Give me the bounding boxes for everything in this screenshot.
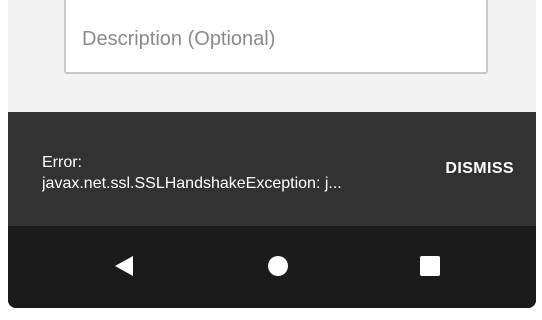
back-button[interactable] <box>104 246 144 286</box>
back-triangle-icon <box>115 256 133 276</box>
dismiss-button[interactable]: DISMISS <box>445 160 514 178</box>
snackbar-message-line2: javax.net.ssl.SSLHandshakeException: j..… <box>42 175 342 192</box>
description-field[interactable]: Description (Optional) <box>64 0 488 74</box>
recents-button[interactable] <box>410 246 450 286</box>
snackbar-message-line1: Error: <box>42 154 82 171</box>
form-area: Description (Optional) <box>8 0 536 112</box>
error-snackbar: Error: javax.net.ssl.SSLHandshakeExcepti… <box>8 112 536 226</box>
description-placeholder: Description (Optional) <box>82 28 276 50</box>
snackbar-message: Error: javax.net.ssl.SSLHandshakeExcepti… <box>42 152 372 194</box>
recents-square-icon <box>420 256 440 276</box>
screenshot-frame: Description (Optional) Error: javax.net.… <box>0 0 542 320</box>
phone-screen: Description (Optional) Error: javax.net.… <box>8 0 536 308</box>
system-navigation-bar <box>8 226 536 308</box>
home-button[interactable] <box>258 246 298 286</box>
home-circle-icon <box>268 256 288 276</box>
